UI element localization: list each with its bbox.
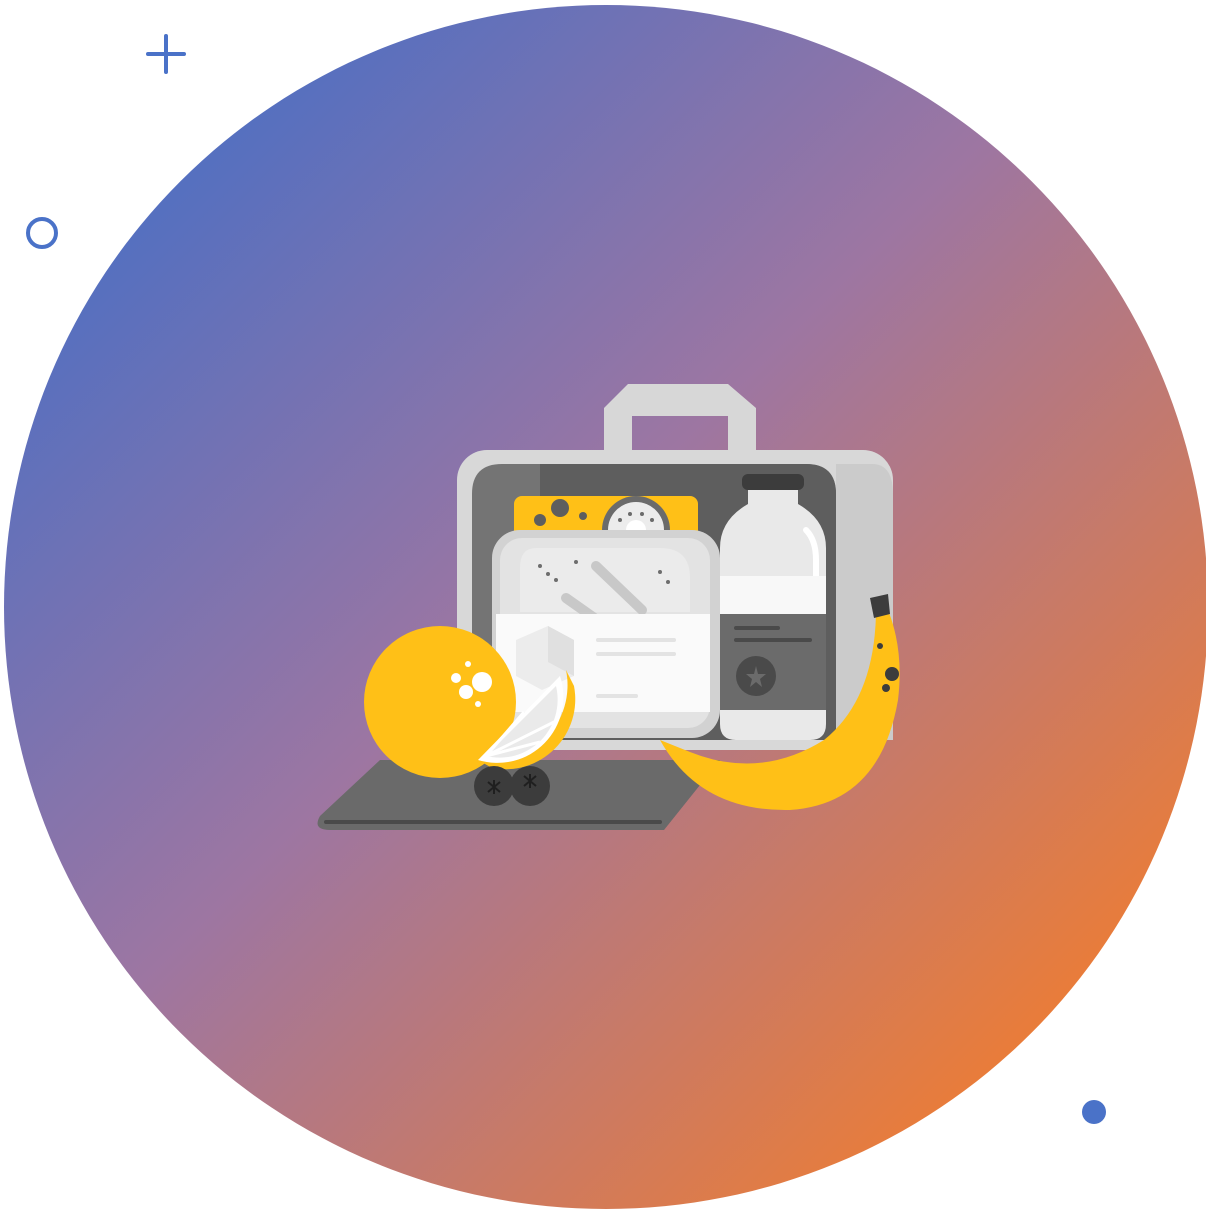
ring-icon — [26, 217, 58, 249]
illustration-canvas — [4, 5, 1206, 1209]
sandwich-container — [492, 530, 720, 738]
milk-bottle — [720, 474, 826, 740]
dot-icon — [1082, 1100, 1106, 1124]
plus-icon — [146, 34, 186, 74]
